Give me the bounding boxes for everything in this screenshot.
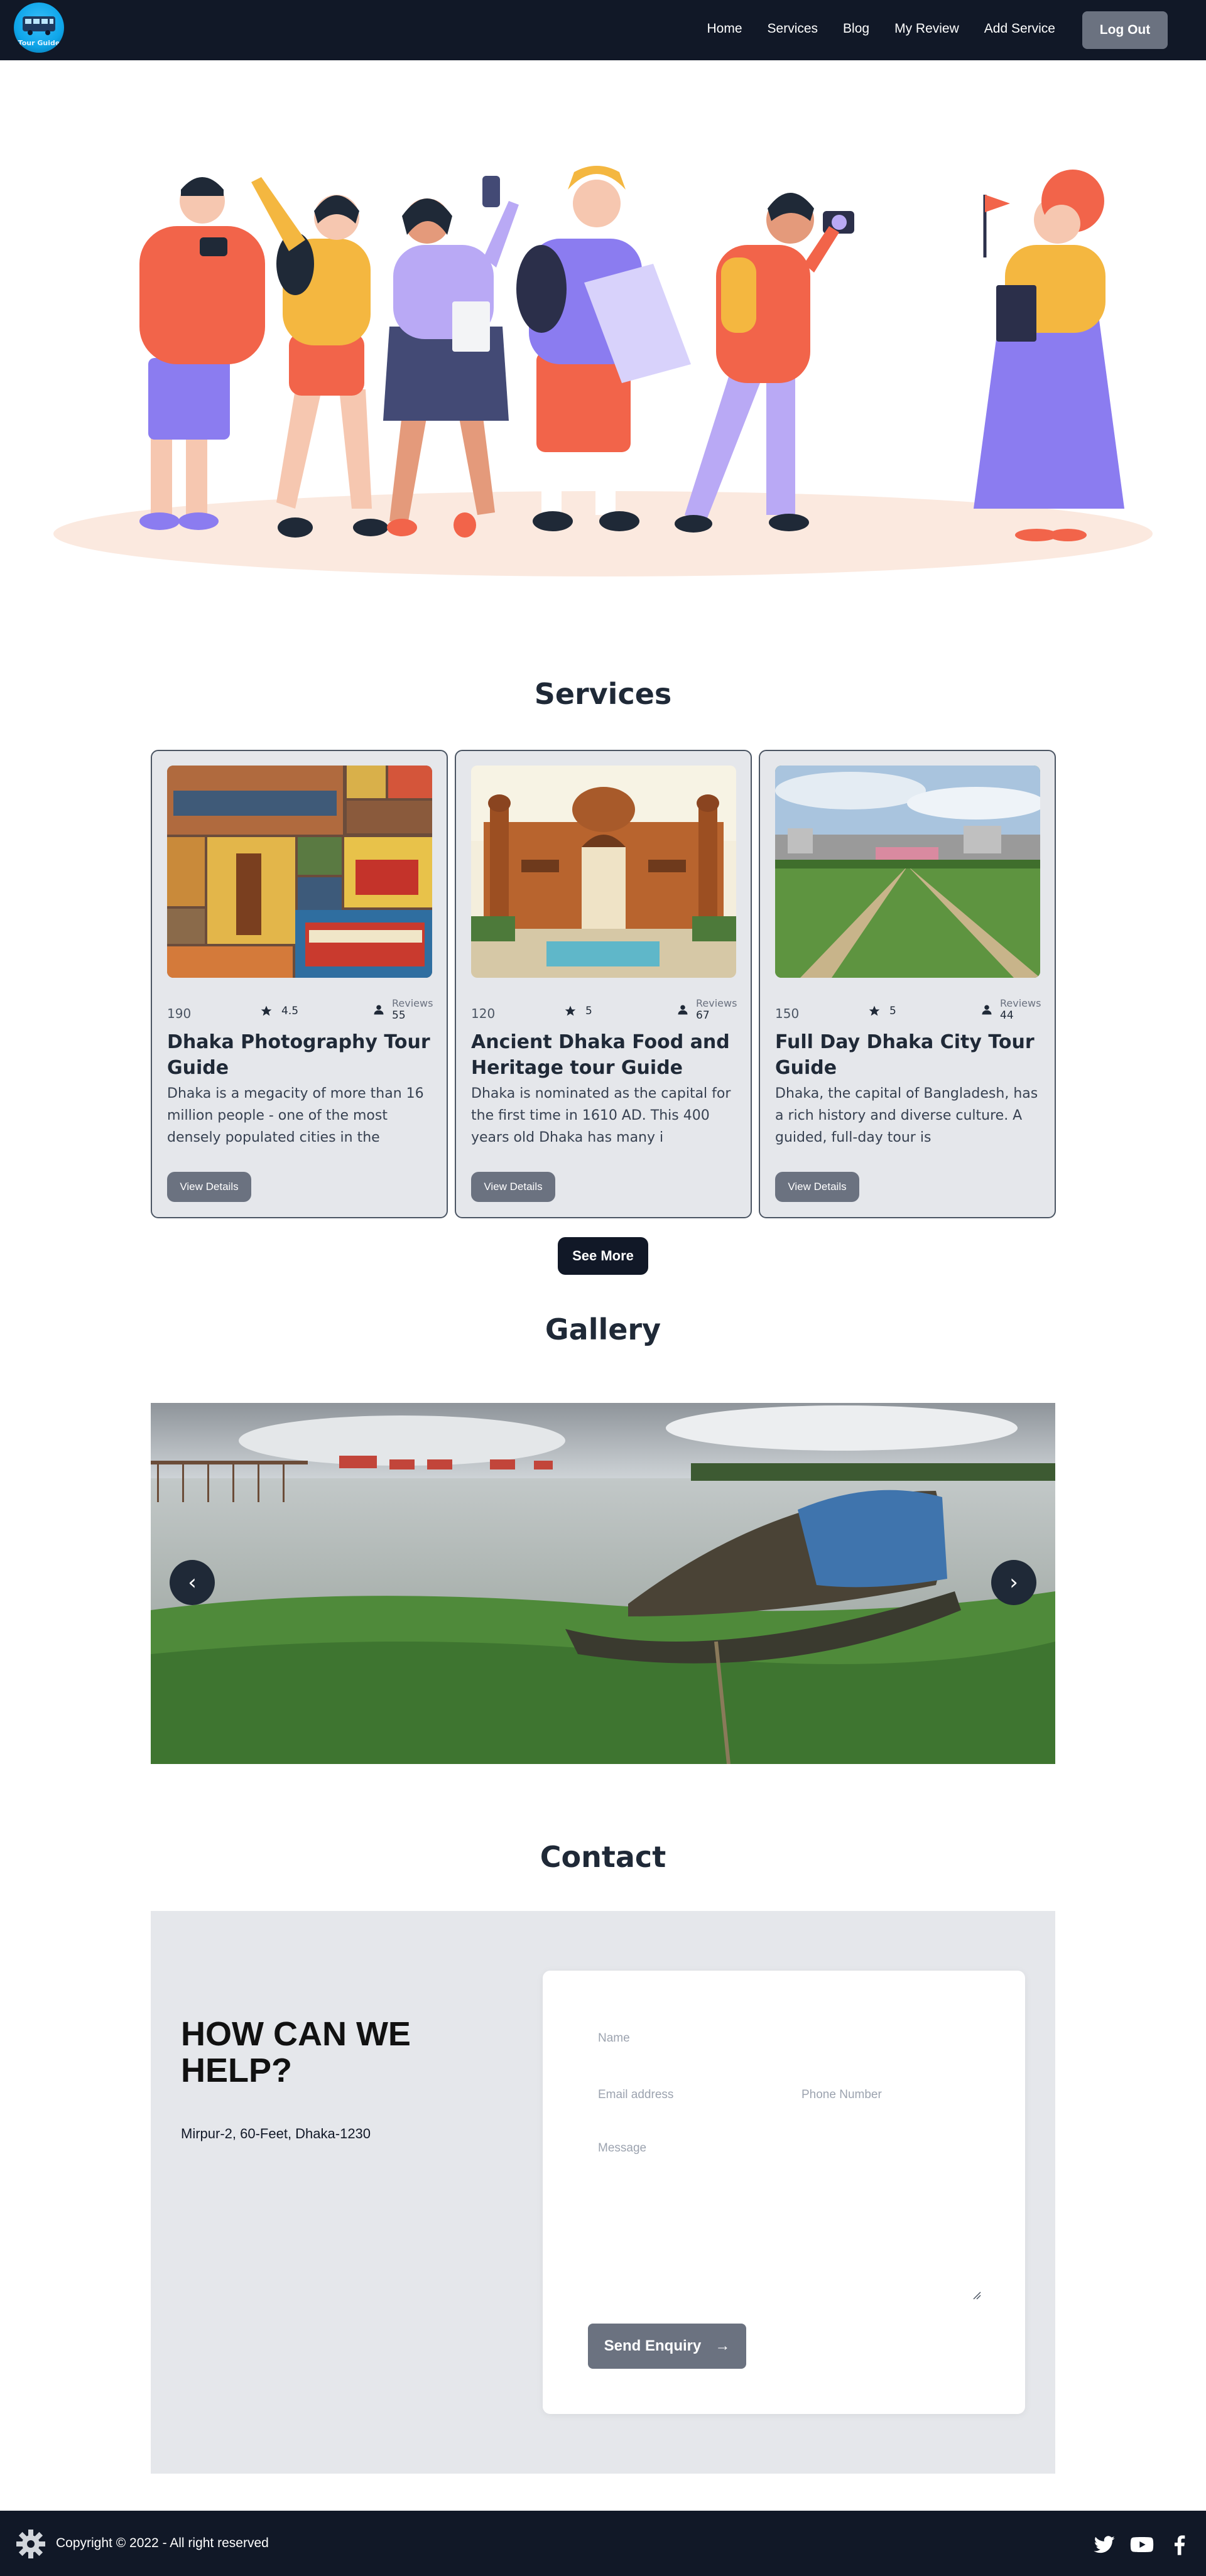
logo-text: Tour Guide bbox=[18, 39, 60, 47]
user-icon bbox=[374, 1005, 384, 1014]
traveler-figure-3 bbox=[383, 176, 519, 538]
card-title: Dhaka Photography Tour Guide bbox=[167, 1031, 430, 1079]
see-more-button[interactable]: See More bbox=[558, 1237, 648, 1275]
view-details-button[interactable]: View Details bbox=[167, 1172, 251, 1202]
message-textarea[interactable] bbox=[598, 2141, 981, 2298]
traveler-figure-5 bbox=[675, 193, 854, 533]
card-price: 120 bbox=[471, 1006, 496, 1021]
card-reviews: Reviews 44 bbox=[981, 997, 1041, 1022]
navbar: Tour Guide Home Services Blog My Review … bbox=[0, 0, 1206, 60]
card-price: 190 bbox=[167, 1006, 192, 1021]
logo[interactable]: Tour Guide bbox=[14, 3, 64, 53]
help-heading: HOW CAN WE HELP? bbox=[181, 2015, 411, 2089]
star-icon bbox=[261, 1005, 272, 1016]
service-card: 120 5 Reviews 67 Ancient Dhaka Food and … bbox=[455, 750, 752, 1218]
hero-travelers-illustration bbox=[53, 166, 1153, 576]
star-icon bbox=[565, 1005, 576, 1016]
rating-value: 5 bbox=[889, 1005, 896, 1017]
carousel-next-button[interactable]: › bbox=[991, 1560, 1036, 1605]
reviews-count: 67 bbox=[696, 1009, 710, 1022]
gallery-image-river-boat[interactable] bbox=[151, 1403, 1055, 1764]
reviews-label: Reviews bbox=[392, 997, 433, 1009]
card-rating: 5 bbox=[868, 1005, 896, 1017]
service-card: 190 4.5 Reviews 55 Dhaka Photography Tou… bbox=[151, 750, 448, 1218]
service-image-photography bbox=[167, 766, 432, 978]
user-icon bbox=[678, 1005, 688, 1014]
traveler-figure-1 bbox=[139, 177, 265, 530]
service-card: 150 5 Reviews 44 Full Day Dhaka City Tou… bbox=[759, 750, 1056, 1218]
card-meta: 190 4.5 Reviews 55 bbox=[167, 997, 433, 1029]
card-reviews: Reviews 55 bbox=[373, 997, 433, 1022]
name-input[interactable] bbox=[598, 2028, 975, 2048]
carousel-prev-button[interactable]: ‹ bbox=[170, 1560, 215, 1605]
view-details-button[interactable]: View Details bbox=[471, 1172, 555, 1202]
service-image-city bbox=[775, 766, 1040, 978]
card-title: Ancient Dhaka Food and Heritage tour Gui… bbox=[471, 1031, 730, 1079]
star-icon bbox=[869, 1005, 880, 1016]
nav-my-review[interactable]: My Review bbox=[894, 21, 959, 36]
traveler-figure-6 bbox=[974, 170, 1124, 541]
reviews-count: 55 bbox=[392, 1009, 406, 1022]
nav-links: Home Services Blog My Review Add Service bbox=[682, 21, 1055, 36]
arrow-right-icon: → bbox=[715, 2337, 731, 2354]
reviews-label: Reviews bbox=[1000, 997, 1041, 1009]
card-description: Dhaka is nominated as the capital for th… bbox=[471, 1086, 731, 1145]
gallery-title: Gallery bbox=[545, 1312, 661, 1346]
service-image-heritage bbox=[471, 766, 736, 978]
nav-home[interactable]: Home bbox=[707, 21, 742, 36]
phone-input[interactable] bbox=[801, 2085, 990, 2105]
address-text: Mirpur-2, 60-Feet, Dhaka-1230 bbox=[181, 2126, 371, 2141]
traveler-figure-2 bbox=[251, 177, 388, 538]
copyright-text: Copyright © 2022 - All right reserved bbox=[56, 2536, 269, 2550]
twitter-icon[interactable] bbox=[1092, 2532, 1117, 2557]
email-input[interactable] bbox=[598, 2085, 786, 2105]
services-title: Services bbox=[534, 677, 672, 711]
send-enquiry-button[interactable]: Send Enquiry → bbox=[588, 2324, 746, 2369]
card-rating: 5 bbox=[564, 1005, 592, 1017]
user-icon bbox=[982, 1005, 992, 1014]
card-meta: 150 5 Reviews 44 bbox=[775, 997, 1041, 1029]
send-enquiry-label: Send Enquiry bbox=[604, 2337, 702, 2354]
facebook-icon[interactable] bbox=[1167, 2532, 1192, 2557]
gear-logo-icon bbox=[16, 2530, 45, 2558]
reviews-label: Reviews bbox=[696, 997, 737, 1009]
card-meta: 120 5 Reviews 67 bbox=[471, 997, 737, 1029]
youtube-icon[interactable] bbox=[1129, 2532, 1154, 2557]
card-reviews: Reviews 67 bbox=[677, 997, 737, 1022]
card-rating: 4.5 bbox=[260, 1005, 298, 1017]
footer: Copyright © 2022 - All right reserved bbox=[0, 2511, 1206, 2576]
contact-title: Contact bbox=[540, 1840, 666, 1874]
view-details-button[interactable]: View Details bbox=[775, 1172, 859, 1202]
traveler-figure-4 bbox=[516, 166, 691, 531]
card-description: Dhaka, the capital of Bangladesh, has a … bbox=[775, 1086, 1038, 1145]
card-price: 150 bbox=[775, 1006, 800, 1021]
nav-services[interactable]: Services bbox=[768, 21, 818, 36]
rating-value: 4.5 bbox=[281, 1005, 299, 1017]
resize-grip-icon[interactable] bbox=[972, 2291, 981, 2300]
nav-add-service[interactable]: Add Service bbox=[984, 21, 1055, 36]
rating-value: 5 bbox=[585, 1005, 592, 1017]
card-title: Full Day Dhaka City Tour Guide bbox=[775, 1031, 1035, 1079]
nav-blog[interactable]: Blog bbox=[843, 21, 869, 36]
reviews-count: 44 bbox=[1000, 1009, 1014, 1022]
card-description: Dhaka is a megacity of more than 16 mill… bbox=[167, 1086, 424, 1145]
logout-button[interactable]: Log Out bbox=[1082, 11, 1168, 49]
